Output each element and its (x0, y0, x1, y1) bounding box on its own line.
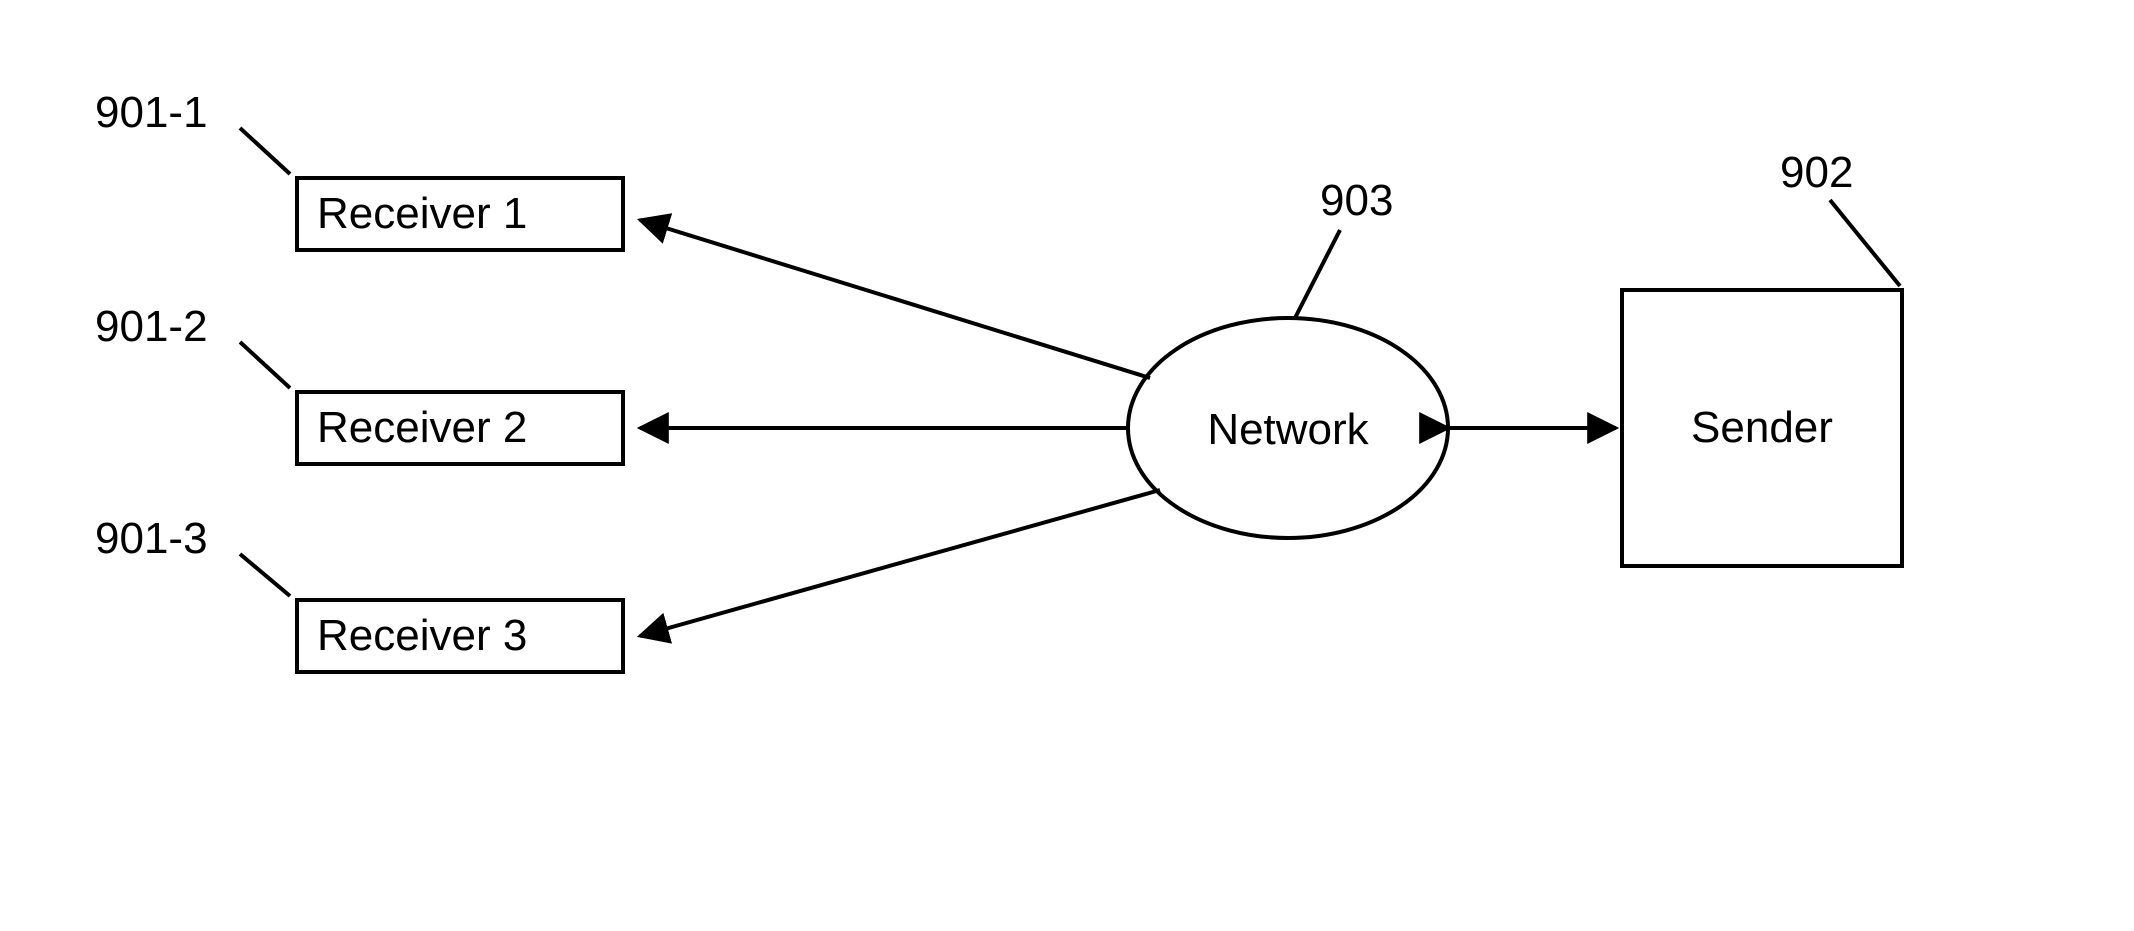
node-label: Receiver 3 (317, 611, 527, 661)
node-sender: Sender (1620, 288, 1904, 568)
label-ref-901-1: 901-1 (95, 88, 208, 138)
diagram-canvas: 901-1 901-2 901-3 903 902 Receiver 1 Rec… (0, 0, 2134, 931)
node-receiver-3: Receiver 3 (295, 598, 625, 674)
leader-902 (1830, 200, 1900, 286)
node-label: Receiver 1 (317, 189, 527, 239)
node-receiver-2: Receiver 2 (295, 390, 625, 466)
arrow-net-r1 (640, 220, 1150, 378)
leader-903 (1295, 230, 1340, 318)
node-network-label: Network (1168, 405, 1408, 455)
leader-901-1 (240, 128, 290, 174)
node-label: Receiver 2 (317, 403, 527, 453)
node-receiver-1: Receiver 1 (295, 176, 625, 252)
label-ref-902: 902 (1780, 148, 1853, 198)
label-ref-903: 903 (1320, 176, 1393, 226)
label-ref-901-3: 901-3 (95, 514, 208, 564)
leader-901-2 (240, 342, 290, 388)
leader-901-3 (240, 554, 290, 596)
arrow-net-r3 (640, 490, 1160, 636)
node-label: Sender (1691, 403, 1833, 453)
label-ref-901-2: 901-2 (95, 302, 208, 352)
